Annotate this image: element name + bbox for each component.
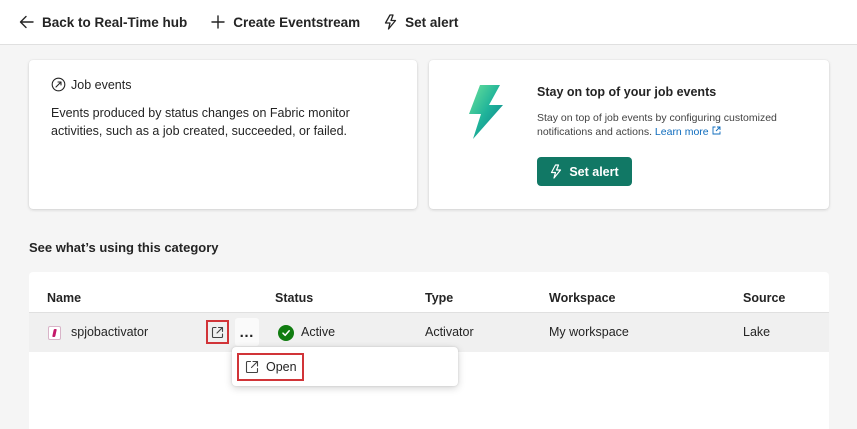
top-toolbar: Back to Real-Time hub Create Eventstream… bbox=[0, 0, 857, 45]
job-events-label: Job events bbox=[51, 77, 131, 92]
row-context-menu: Open bbox=[232, 347, 458, 386]
lightning-bolt-icon bbox=[469, 85, 503, 139]
learn-more-link[interactable]: Learn more bbox=[655, 126, 721, 138]
create-eventstream-button[interactable]: Create Eventstream bbox=[211, 15, 360, 30]
column-header-status[interactable]: Status bbox=[275, 291, 313, 305]
external-link-icon bbox=[712, 126, 720, 135]
arrow-left-icon bbox=[19, 15, 34, 29]
menu-item-open[interactable]: Open bbox=[237, 353, 304, 381]
menu-item-open-label: Open bbox=[266, 360, 297, 374]
column-header-type[interactable]: Type bbox=[425, 291, 453, 305]
promo-title: Stay on top of your job events bbox=[537, 85, 717, 99]
open-external-icon bbox=[211, 326, 224, 338]
job-events-description: Events produced by status changes on Fab… bbox=[51, 106, 350, 138]
learn-more-label: Learn more bbox=[654, 126, 709, 138]
row-type: Activator bbox=[425, 325, 474, 339]
plus-icon bbox=[211, 15, 225, 29]
more-options-label: … bbox=[239, 323, 255, 341]
row-status: Active bbox=[301, 325, 336, 339]
create-label: Create Eventstream bbox=[233, 14, 361, 30]
section-title: See what’s using this category bbox=[29, 240, 219, 255]
checkmark-circle-icon bbox=[278, 325, 294, 341]
set-alert-toolbar-button[interactable]: Set alert bbox=[384, 14, 458, 30]
job-events-card: Job events Events produced by status cha… bbox=[29, 60, 417, 209]
back-label: Back to Real-Time hub bbox=[42, 14, 188, 30]
set-alert-button[interactable]: Set alert bbox=[537, 157, 632, 186]
back-to-hub-button[interactable]: Back to Real-Time hub bbox=[19, 15, 187, 30]
column-header-name[interactable]: Name bbox=[47, 291, 81, 305]
column-header-source[interactable]: Source bbox=[743, 291, 785, 305]
set-alert-button-label: Set alert bbox=[569, 164, 619, 179]
set-alert-promo-card: Stay on top of your job events Stay on t… bbox=[429, 60, 829, 209]
open-item-button[interactable] bbox=[206, 320, 229, 344]
promo-description: Stay on top of job events by configuring… bbox=[537, 111, 807, 139]
lightning-icon bbox=[551, 164, 562, 179]
row-workspace: My workspace bbox=[549, 325, 629, 339]
row-name[interactable]: spjobactivator bbox=[71, 325, 148, 339]
open-external-icon bbox=[245, 360, 259, 374]
row-source: Lake bbox=[743, 325, 771, 339]
table-row[interactable]: spjobactivator … Active Activator My wor… bbox=[29, 312, 829, 352]
column-header-workspace[interactable]: Workspace bbox=[549, 291, 615, 305]
job-events-icon bbox=[51, 77, 66, 92]
activator-item-icon bbox=[48, 326, 61, 340]
job-events-title: Job events bbox=[71, 77, 132, 92]
more-options-button[interactable]: … bbox=[235, 318, 259, 346]
lightning-outline-icon bbox=[384, 14, 397, 30]
alert-label: Set alert bbox=[405, 14, 459, 30]
